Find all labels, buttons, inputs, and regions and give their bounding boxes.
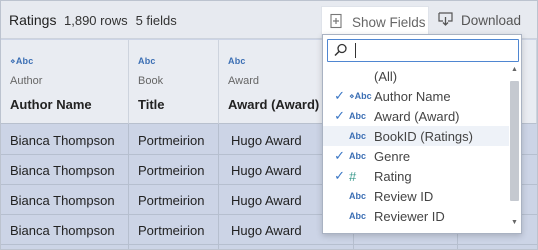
field-search-input[interactable] [327, 39, 519, 62]
string-type-icon: Abc [228, 56, 246, 66]
column-header-title[interactable]: Abc Book Title [129, 40, 219, 124]
table-cell: Portmeirion [138, 133, 205, 148]
text-cursor [355, 43, 356, 58]
field-option-award[interactable]: ✓ Abc Award (Award) [323, 106, 509, 126]
column-name: Award (Award) [228, 97, 320, 112]
table-cell: Hugo Award [231, 193, 302, 208]
string-type-icon: ⋄Abc [10, 56, 34, 66]
number-type-icon: # [349, 168, 357, 184]
string-type-icon: Abc [349, 131, 367, 141]
table-cell: Bianca Thompson [10, 163, 115, 178]
row-count: 1,890 rows [64, 13, 128, 28]
field-option-label: Award (Award) [374, 108, 460, 124]
field-option-label: Author Name [374, 88, 451, 104]
table-cell: Bianca Thompson [10, 193, 115, 208]
column-name: Title [138, 97, 165, 112]
add-field-icon [330, 13, 344, 32]
field-option-reviewer-id[interactable]: Abc Reviewer ID [323, 206, 509, 226]
download-icon [438, 11, 453, 29]
field-option-bookid[interactable]: Abc BookID (Ratings) [323, 126, 509, 146]
column-name: Author Name [10, 97, 92, 112]
dropdown-scrollbar[interactable]: ▲ ▼ [508, 66, 521, 231]
column-header-author-name[interactable]: ⋄Abc Author Author Name [1, 40, 129, 124]
string-type-icon: Abc [349, 191, 367, 201]
table-cell: Hugo Award [231, 133, 302, 148]
scrollbar-thumb[interactable] [510, 81, 519, 201]
field-option-author-name[interactable]: ✓ ⋄Abc Author Name [323, 86, 509, 106]
field-option-all[interactable]: (All) [323, 66, 509, 86]
field-option-label: (All) [374, 68, 398, 84]
column-source: Award [228, 75, 259, 87]
page-title: Ratings [9, 12, 57, 28]
field-option-rating[interactable]: ✓ # Rating [323, 166, 509, 186]
table-cell: Portmeirion [138, 193, 205, 208]
field-option-label: Reviewer ID [374, 208, 445, 224]
table-cell: Bianca Thompson [10, 223, 115, 238]
field-option-label: Genre [374, 148, 411, 164]
checkmark-icon: ✓ [334, 88, 345, 103]
checkmark-icon: ✓ [334, 168, 345, 183]
string-type-icon: Abc [349, 111, 367, 121]
field-option-label: BookID (Ratings) [374, 128, 473, 144]
table-cell: Bianca Thompson [10, 133, 115, 148]
table-cell: Hugo Award [231, 223, 302, 238]
field-option-review-id[interactable]: Abc Review ID [323, 186, 509, 206]
table-cell: Portmeirion [138, 163, 205, 178]
string-type-icon: Abc [349, 151, 367, 161]
show-fields-dropdown: (All) ✓ ⋄Abc Author Name ✓ Abc Award (Aw… [322, 34, 522, 234]
column-divider [218, 124, 219, 249]
column-divider [128, 124, 129, 249]
field-option-label: Rating [374, 168, 412, 184]
show-fields-label: Show Fields [352, 15, 426, 30]
string-type-icon: ⋄Abc [349, 90, 372, 101]
table-cell: Portmeirion [138, 223, 205, 238]
scroll-down-icon[interactable]: ▼ [508, 219, 521, 231]
data-view-window: Ratings 1,890 rows 5 fields ⋄Abc Author A… [0, 0, 538, 250]
column-source: Book [138, 75, 164, 87]
download-label: Download [461, 12, 522, 28]
field-count: 5 fields [135, 13, 177, 28]
field-option-genre[interactable]: ✓ Abc Genre [323, 146, 509, 166]
checkmark-icon: ✓ [334, 148, 345, 163]
download-button[interactable]: Download [438, 7, 521, 33]
checkmark-icon: ✓ [334, 108, 345, 123]
field-option-label: Review ID [374, 188, 434, 204]
string-type-icon: Abc [349, 211, 367, 221]
table-cell: Hugo Award [231, 163, 302, 178]
scroll-up-icon[interactable]: ▲ [508, 66, 521, 78]
column-source: Author [10, 75, 43, 87]
field-list: (All) ✓ ⋄Abc Author Name ✓ Abc Award (Aw… [323, 66, 509, 226]
search-icon [334, 43, 348, 62]
string-type-icon: Abc [138, 56, 156, 66]
table-summary: 1,890 rows 5 fields [64, 13, 177, 28]
